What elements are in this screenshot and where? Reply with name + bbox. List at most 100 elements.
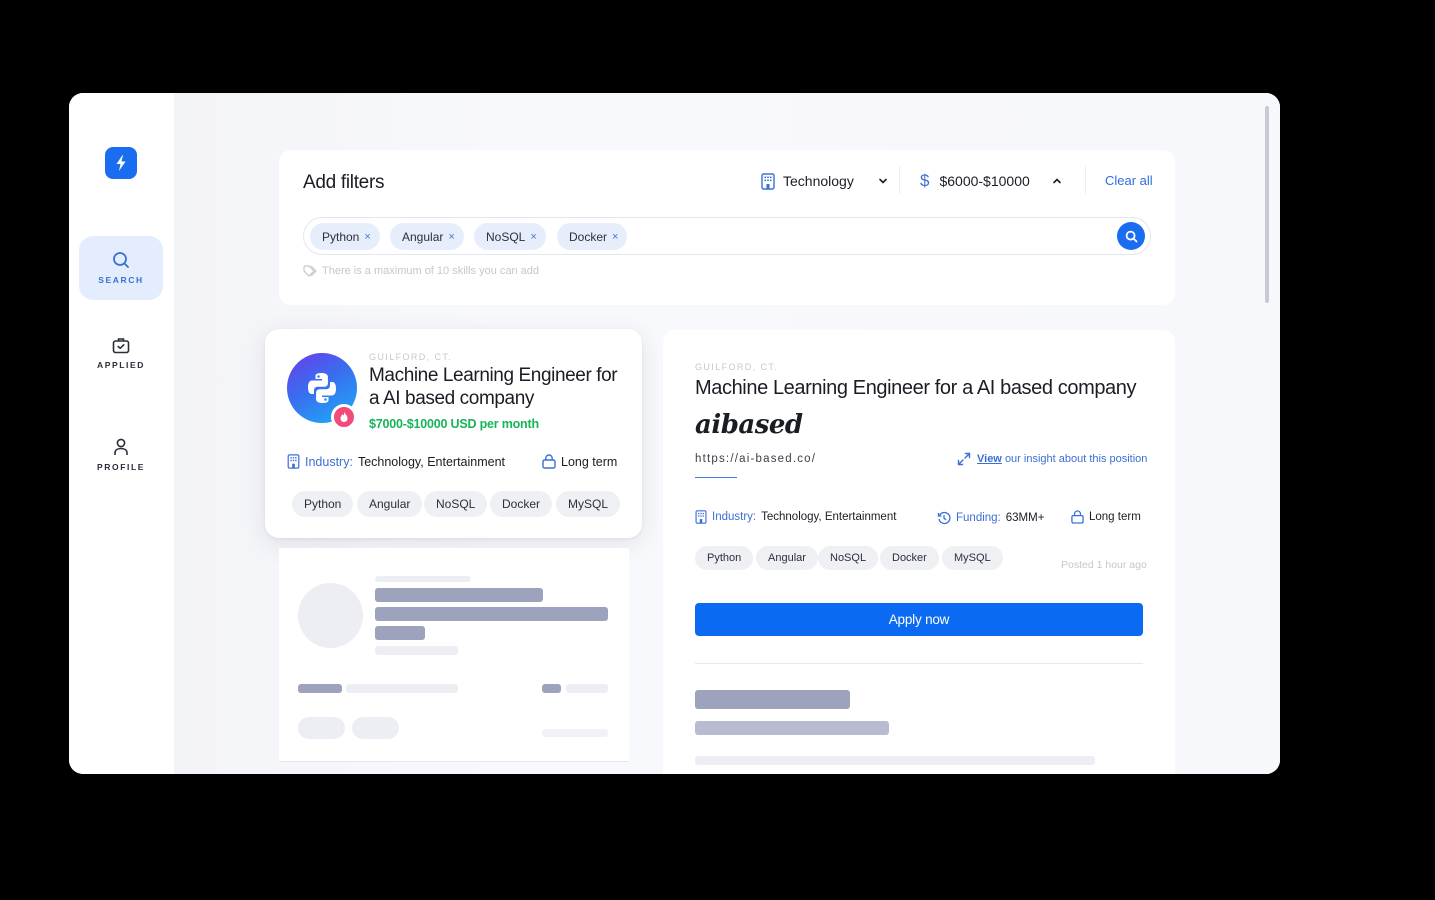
loading-job-card [279,548,629,762]
skeleton-line [375,588,543,602]
lightning-bolt-icon [116,155,126,171]
skill-chip-nosql: NoSQL × [474,223,546,250]
skill-tag: Angular [756,546,818,570]
skeleton-line [375,626,425,640]
skeleton-line [695,756,1095,765]
skeleton-line [695,690,850,709]
building-icon [287,454,300,469]
sidebar-item-search[interactable]: SEARCH [79,236,163,300]
skeleton-line [375,646,458,655]
user-icon [114,438,128,455]
skills-input[interactable]: Python × Angular × NoSQL × Docker × [303,217,1151,255]
skill-tag: NoSQL [424,491,488,517]
term-value: Long term [561,454,618,469]
skill-chip-docker: Docker × [557,223,628,250]
company-url[interactable]: https://ai-based.co/ [695,453,816,465]
detail-industry-row: Industry: Technology, Entertainment [695,510,896,524]
industry-value: Technology, Entertainment [357,454,506,469]
section-divider [695,663,1143,664]
search-icon [1125,230,1137,242]
skeleton-line [346,684,458,693]
sidebar-item-profile[interactable]: PROFILE [79,423,163,487]
app-logo[interactable] [105,147,137,179]
skeleton-line [695,721,889,735]
chip-remove-icon[interactable]: × [448,231,454,243]
python-logo-icon [308,373,336,403]
job-title: Machine Learning Engineer for a AI based… [369,365,618,409]
chip-label: Python [322,229,360,244]
logo-underline [695,477,737,478]
skill-chip-python: Python × [310,223,380,250]
scrollbar[interactable] [1265,106,1269,303]
lock-icon [1071,510,1084,524]
job-location: GUILFORD, CT. [369,352,453,362]
clear-all-button[interactable]: Clear all [1105,173,1153,188]
company-logo: aibased [695,410,803,440]
chip-remove-icon[interactable]: × [364,231,370,243]
skill-tag: MySQL [556,491,621,517]
view-link[interactable]: View [977,453,1002,465]
detail-funding-row: Funding: 63MM+ [937,511,1044,525]
sidebar-item-applied[interactable]: APPLIED [79,321,163,385]
flame-icon [340,412,348,422]
search-button[interactable] [1117,222,1145,250]
posted-time: Posted 1 hour ago [1061,559,1147,571]
lock-icon [542,454,556,469]
job-salary: $7000-$10000 USD per month [369,417,539,431]
apply-now-button[interactable]: Apply now [695,603,1143,636]
chip-label: Angular [402,229,444,244]
industry-label: Industry: [305,454,353,469]
skill-tag: Angular [357,491,423,517]
hint-text: There is a maximum of 10 skills you can … [322,265,540,277]
view-insight-link[interactable]: View our insight about this position [957,452,1147,466]
skill-tag: Python [292,491,354,517]
skeleton-line [542,684,561,693]
detail-location: GUILFORD, CT. [695,362,779,372]
skill-tag: Docker [490,491,553,517]
search-icon [113,252,129,268]
filter-divider [899,166,900,194]
job-card[interactable]: GUILFORD, CT. Machine Learning Engineer … [265,329,642,538]
chip-remove-icon[interactable]: × [530,231,536,243]
skill-tag: NoSQL [818,546,879,570]
job-industry: Industry: Technology, Entertainment [287,454,505,469]
sidebar-item-label: SEARCH [98,275,144,285]
job-term: Long term [542,454,617,469]
tag-icon [303,265,317,277]
briefcase-check-icon [112,337,130,353]
skills-hint: There is a maximum of 10 skills you can … [303,265,539,277]
sidebar: SEARCH APPLIED PROFILE [69,93,174,774]
chip-label: Docker [569,229,608,244]
building-icon [761,172,775,190]
building-icon [695,510,707,524]
salary-dropdown-value: $6000-$10000 [939,173,1030,189]
skill-chip-angular: Angular × [390,223,464,250]
filters-title: Add filters [303,172,385,193]
sidebar-item-label: APPLIED [96,359,146,370]
filter-divider [1085,166,1086,194]
industry-dropdown[interactable]: Technology [761,170,888,192]
skeleton-line [375,607,608,621]
funding-value: 63MM+ [1005,512,1045,524]
industry-value: Technology, Entertainment [761,511,897,523]
app-window: SEARCH APPLIED PROFILE Add filters Techn… [69,93,1280,774]
salary-dropdown[interactable]: $ $6000-$10000 [920,170,1062,192]
funding-refresh-icon [937,511,951,525]
detail-title: Machine Learning Engineer for a AI based… [695,377,1137,399]
funding-label: Funding: [956,512,1001,524]
skeleton-line [298,684,342,693]
filters-panel: Add filters Technology $ $6000-$10000 Cl… [279,150,1175,305]
sidebar-item-label: PROFILE [96,462,146,472]
industry-dropdown-value: Technology [783,173,854,189]
expand-icon [957,452,971,466]
term-value: Long term [1089,511,1141,523]
skeleton-avatar [298,583,363,648]
skill-tag: MySQL [942,546,1003,570]
detail-term-row: Long term [1071,510,1141,524]
job-detail-panel: GUILFORD, CT. Machine Learning Engineer … [663,330,1175,774]
chip-remove-icon[interactable]: × [612,231,618,243]
skill-tag: Docker [880,546,939,570]
skeleton-line [566,684,608,693]
skeleton-tag [298,717,345,739]
skeleton-tag [352,717,399,739]
